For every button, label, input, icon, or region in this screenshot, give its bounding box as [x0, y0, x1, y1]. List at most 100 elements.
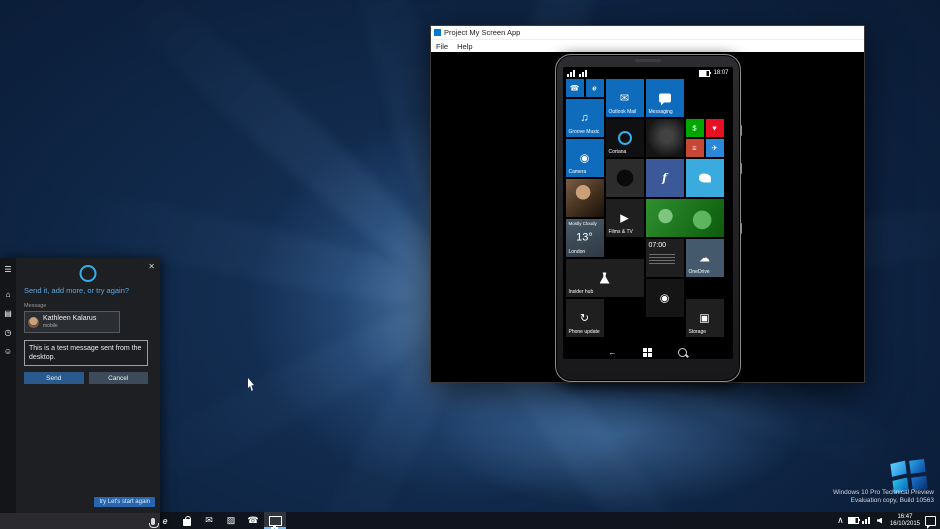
window-titlebar[interactable]: Project My Screen App –▢✕	[431, 26, 864, 39]
tile-xbox[interactable]	[646, 199, 724, 237]
tile-camera-roll[interactable]: ◉	[646, 279, 684, 317]
cancel-button[interactable]: Cancel	[89, 372, 149, 384]
menu-file[interactable]: File	[436, 42, 448, 51]
window-controls: –▢ ✕	[813, 26, 861, 39]
cortana-rail-home[interactable]: ⌂	[1, 288, 15, 300]
phone-volume-button	[740, 125, 742, 136]
watermark-logo	[890, 459, 927, 493]
tile-edge[interactable]: e	[586, 79, 604, 97]
tray-network[interactable]	[860, 512, 873, 529]
home-icon: ⌂	[6, 290, 11, 299]
tile-photo-collage[interactable]	[646, 119, 684, 157]
cortana-rail-notebook[interactable]: ▤	[1, 307, 15, 319]
tray-date: 16/10/2015	[890, 521, 920, 528]
tray-hidden-icons[interactable]: ∧	[834, 512, 847, 529]
beaker-icon	[600, 273, 610, 284]
tile-label: Outlook Mail	[609, 109, 637, 115]
tile-label: Groove Music	[569, 129, 600, 135]
window-menubar: File Help	[431, 39, 864, 52]
phone-navbar: ←	[563, 345, 733, 359]
desktop: Project My Screen App –▢✕ File Help	[0, 0, 940, 529]
tile-onedrive[interactable]: ☁OneDrive	[686, 239, 724, 277]
tile-twitter[interactable]	[686, 159, 724, 197]
cortana-main: ✕ Send it, add more, or try again? Messa…	[16, 258, 160, 513]
travel-icon: ✈	[711, 144, 717, 153]
data-signal-icon	[579, 70, 588, 77]
taskbar-photos[interactable]: ▨	[220, 512, 242, 529]
phone-device: 18:07 ☎ e ✉Outlook MailMessaging ♫Groove Mu…	[555, 54, 741, 382]
tile-label: Insider hub	[569, 289, 594, 295]
tile-cortana[interactable]: Cortana	[606, 119, 644, 157]
facebook-icon: f	[662, 172, 667, 185]
cortana-rail-menu[interactable]: ☰	[1, 263, 15, 275]
tile-camera[interactable]: ◉Camera	[566, 139, 604, 177]
tray-battery[interactable]	[847, 512, 860, 529]
tile-news[interactable]: ≡	[686, 139, 704, 157]
tray-icons: ∧	[834, 512, 886, 529]
suggestion-chip[interactable]: try Let's start again	[94, 497, 155, 507]
evaluation-watermark: Windows 10 Pro Technical Preview Evaluat…	[833, 489, 934, 505]
maximize-button[interactable]: ▢	[829, 26, 845, 39]
action-center-icon	[925, 516, 936, 526]
phone-clock: 18:07	[713, 70, 728, 76]
tile-label: Phone update	[569, 329, 600, 335]
action-center-button[interactable]	[924, 512, 937, 529]
monitor-icon	[269, 516, 282, 526]
cloud-icon: ☁	[699, 252, 710, 265]
tile-travel[interactable]: ✈	[706, 139, 724, 157]
cortana-rail-reminders[interactable]: ◷	[1, 326, 15, 338]
hamburger-icon: ☰	[4, 265, 11, 274]
tile-films-tv[interactable]: ▶Films & TV	[606, 199, 644, 237]
close-icon[interactable]: ✕	[148, 262, 155, 271]
film-icon: ▶	[620, 212, 628, 225]
tray-volume[interactable]	[873, 512, 886, 529]
cortana-rail-feedback[interactable]: ☺	[1, 345, 15, 357]
projection-area: 18:07 ☎ e ✉Outlook MailMessaging ♫Groove Mu…	[431, 52, 864, 382]
close-icon: ✕	[850, 26, 857, 39]
message-text-box[interactable]: This is a test message sent from the des…	[24, 340, 148, 366]
tile-phone-update[interactable]: ↻ Phone update	[566, 299, 604, 337]
taskbar-phone-companion[interactable]: ☎	[242, 512, 264, 529]
close-button[interactable]: ✕	[845, 26, 861, 39]
back-icon: ←	[609, 348, 617, 357]
system-tray: ∧ 16:47 16/10/2015	[834, 512, 940, 529]
tile-facebook[interactable]: f	[646, 159, 684, 197]
cortana-rail: ☰ ⌂ ▤ ◷ ☺	[0, 258, 16, 513]
tile-people[interactable]	[566, 179, 604, 217]
action-center-slot	[924, 512, 940, 529]
tile-grid: ☎ e ✉Outlook MailMessaging ♫Groove MusicCor…	[566, 79, 730, 345]
health-icon: ♥	[712, 124, 716, 133]
send-button[interactable]: Send	[24, 372, 84, 384]
taskbar-clock[interactable]: 16:47 16/10/2015	[890, 514, 920, 527]
search-input[interactable]	[5, 517, 147, 526]
contact-card[interactable]: Kathleen Kalarus mobile	[24, 311, 120, 333]
refresh-icon: ↻	[580, 312, 589, 325]
tile-groove-music[interactable]: ♫Groove Music	[566, 99, 604, 137]
tile-calendar[interactable]: 07:00	[646, 239, 684, 277]
tile-money[interactable]: $	[686, 119, 704, 137]
edge-icon: e	[592, 84, 596, 93]
minimize-button[interactable]: –	[813, 26, 829, 39]
tile-photos[interactable]	[606, 159, 644, 197]
chevron-up-icon: ∧	[837, 515, 844, 526]
twitter-icon	[699, 174, 711, 183]
phone-statusbar: 18:07	[567, 67, 729, 79]
taskbar-store[interactable]	[176, 512, 198, 529]
notebook-icon: ▤	[4, 309, 12, 318]
money-icon: $	[692, 124, 696, 133]
news-icon: ≡	[692, 144, 696, 153]
phone-screen: 18:07 ☎ e ✉Outlook MailMessaging ♫Groove Mu…	[563, 67, 733, 359]
tile-weather[interactable]: Mostly Cloudy13°London	[566, 219, 604, 257]
watermark-line2: Evaluation copy, Build 10563	[833, 497, 934, 505]
cortana-icon	[618, 131, 632, 145]
tile-messaging[interactable]: Messaging	[646, 79, 684, 117]
tile-label: Storage	[689, 329, 707, 335]
tile-storage[interactable]: ▣Storage	[686, 299, 724, 337]
tile-insider-hub[interactable]: Insider hub	[566, 259, 644, 297]
taskbar-mail[interactable]: ✉	[198, 512, 220, 529]
tile-outlook-mail[interactable]: ✉Outlook Mail	[606, 79, 644, 117]
menu-help[interactable]: Help	[457, 42, 472, 51]
taskbar-project-my-screen[interactable]	[264, 512, 286, 529]
tile-phone[interactable]: ☎	[566, 79, 584, 97]
tile-health-fitness[interactable]: ♥	[706, 119, 724, 137]
